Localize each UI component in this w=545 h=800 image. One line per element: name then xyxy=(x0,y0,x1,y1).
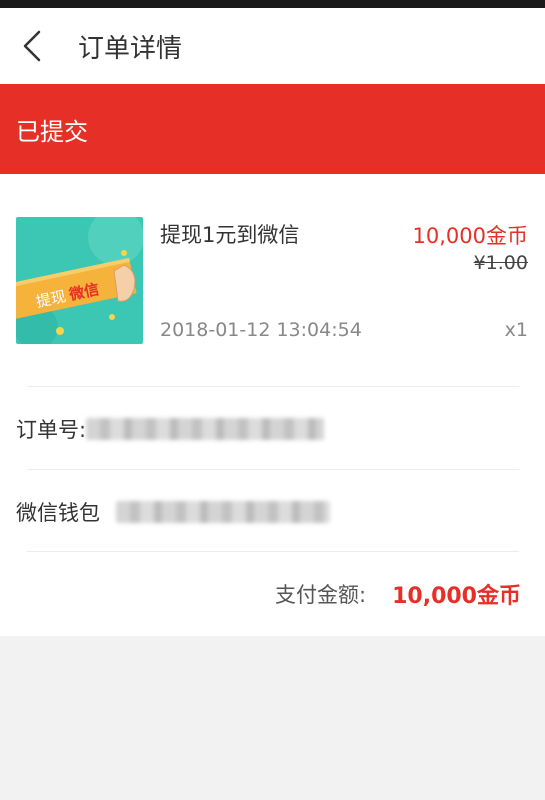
product-name: 提现1元到微信 xyxy=(160,223,300,247)
product-original-price: ¥1.00 xyxy=(473,252,528,274)
wechat-wallet-row: 微信钱包 xyxy=(0,471,545,553)
app-header: 订单详情 xyxy=(0,8,545,84)
divider xyxy=(27,386,519,387)
payment-total-row: 支付金额: 10,000金币 xyxy=(0,552,545,636)
chevron-left-icon xyxy=(23,30,41,62)
order-number-label: 订单号: xyxy=(16,418,87,442)
wechat-wallet-value-redacted xyxy=(116,501,330,523)
system-status-bar xyxy=(0,0,545,8)
page-title: 订单详情 xyxy=(78,33,183,64)
product-thumbnail: 提现 微信 xyxy=(16,217,143,344)
order-number-row: 订单号: xyxy=(0,388,545,470)
order-time: 2018-01-12 13:04:54 xyxy=(160,319,362,341)
product-quantity: x1 xyxy=(504,319,528,341)
divider xyxy=(27,469,519,470)
product-price: 10,000金币 xyxy=(412,224,528,248)
order-status-banner: 已提交 xyxy=(0,84,545,174)
payment-value: 10,000金币 xyxy=(392,584,521,609)
order-status-text: 已提交 xyxy=(16,117,88,146)
order-detail-card: 提现 微信 提现1元到微信 10,000金币 ¥1.00 2018-01-12 … xyxy=(0,174,545,636)
payment-label: 支付金额: xyxy=(275,583,367,607)
product-item[interactable]: 提现 微信 提现1元到微信 10,000金币 ¥1.00 2018-01-12 … xyxy=(0,174,545,386)
back-button[interactable] xyxy=(0,8,64,84)
wechat-wallet-label: 微信钱包 xyxy=(16,501,100,525)
order-number-value-redacted xyxy=(86,418,325,440)
